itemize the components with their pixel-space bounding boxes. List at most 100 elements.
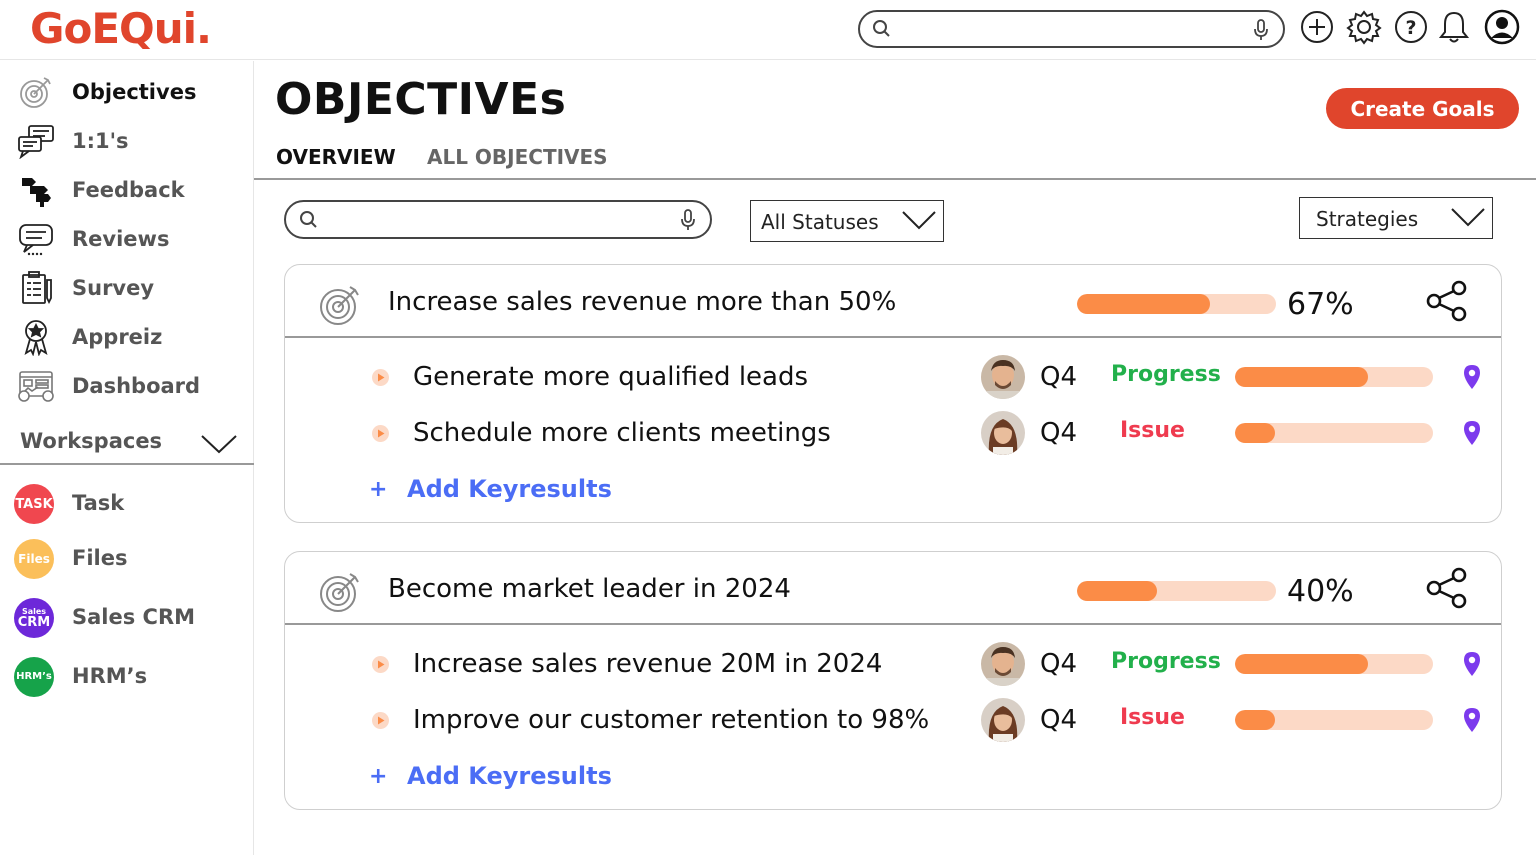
tab-all-objectives[interactable]: ALL OBJECTIVES (427, 145, 608, 169)
key-result-title[interactable]: Generate more qualified leads (413, 362, 808, 392)
sidebar-item-objectives[interactable]: Objectives (0, 69, 254, 115)
owner-avatar[interactable] (981, 698, 1025, 742)
share-icon[interactable] (1425, 566, 1469, 614)
objective-progress-percent: 67% (1287, 287, 1354, 322)
add-keyresults-button[interactable]: + Add Keyresults (369, 475, 612, 503)
workspace-label: Files (72, 546, 128, 570)
bell-icon[interactable] (1436, 9, 1472, 45)
key-result-row[interactable]: Generate more qualified leads Q4 Progress (285, 352, 1501, 402)
settings-icon[interactable] (1346, 9, 1382, 45)
bullet-play-icon (372, 656, 389, 673)
help-icon[interactable]: ? (1393, 9, 1429, 45)
sidebar-item-label: Reviews (72, 227, 170, 251)
global-search-input[interactable] (900, 16, 1240, 42)
crm-badge-main: CRM (17, 614, 51, 630)
microphone-icon[interactable] (680, 208, 696, 236)
owner-avatar[interactable] (981, 642, 1025, 686)
tab-overview[interactable]: OVERVIEW (276, 145, 396, 169)
add-keyresults-label: Add Keyresults (407, 475, 612, 503)
sidebar-item-appreiz[interactable]: Appreiz (0, 314, 254, 360)
key-result-row[interactable]: Schedule more clients meetings Q4 Issue (285, 408, 1501, 458)
dashboard-icon (16, 366, 56, 406)
workspace-label: HRM’s (72, 664, 148, 688)
sidebar: Objectives 1:1's Feedback Reviews Survey… (0, 61, 254, 855)
user-icon[interactable] (1484, 9, 1520, 45)
objective-title[interactable]: Increase sales revenue more than 50% (388, 287, 896, 317)
target-icon (317, 282, 363, 332)
location-pin-icon[interactable] (1463, 364, 1481, 394)
workspace-item-hrms[interactable]: HRM’s HRM’s (0, 652, 254, 702)
location-pin-icon[interactable] (1463, 651, 1481, 681)
objective-progress-bar (1077, 581, 1276, 601)
workspace-item-task[interactable]: TASK Task (0, 479, 254, 529)
add-icon[interactable] (1299, 9, 1335, 45)
location-pin-icon[interactable] (1463, 420, 1481, 450)
page-title: OBJECTIVEs (275, 74, 567, 125)
strategy-filter-select[interactable]: Strategies (1299, 197, 1493, 239)
chevron-down-icon (200, 433, 238, 459)
sidebar-item-feedback[interactable]: Feedback (0, 167, 254, 213)
sidebar-item-survey[interactable]: Survey (0, 265, 254, 311)
key-result-quarter: Q4 (1040, 362, 1078, 392)
workspace-label: Task (72, 491, 125, 515)
task-badge-icon: TASK (14, 484, 54, 524)
key-result-status[interactable]: Issue (1120, 418, 1185, 443)
objective-progress-bar (1077, 294, 1276, 314)
app-logo[interactable]: GoEQui. (30, 4, 212, 53)
strategy-filter-value: Strategies (1316, 207, 1419, 231)
key-result-progress-fill (1235, 367, 1368, 387)
workspaces-label: Workspaces (20, 429, 163, 453)
workspace-item-sales-crm[interactable]: Sales CRM Sales CRM (0, 593, 254, 643)
sidebar-item-label: Objectives (72, 80, 197, 104)
key-result-row[interactable]: Improve our customer retention to 98% Q4 I… (285, 695, 1501, 745)
objective-search-bar[interactable] (284, 200, 712, 239)
objective-title[interactable]: Become market leader in 2024 (388, 574, 791, 604)
objective-header[interactable]: Increase sales revenue more than 50% 67% (285, 265, 1501, 338)
owner-avatar[interactable] (981, 411, 1025, 455)
location-pin-icon[interactable] (1463, 707, 1481, 737)
sidebar-item-one-on-ones[interactable]: 1:1's (0, 118, 254, 164)
key-result-title[interactable]: Increase sales revenue 20M in 2024 (413, 649, 882, 679)
key-result-title[interactable]: Improve our customer retention to 98% (413, 705, 929, 735)
key-result-progress-bar (1235, 710, 1433, 730)
search-icon (872, 19, 892, 43)
objective-card: Increase sales revenue more than 50% 67% G… (284, 264, 1502, 523)
key-result-status[interactable]: Issue (1120, 705, 1185, 730)
add-keyresults-button[interactable]: + Add Keyresults (369, 762, 612, 790)
workspaces-toggle[interactable]: Workspaces (0, 423, 254, 465)
microphone-icon[interactable] (1253, 18, 1269, 46)
share-icon[interactable] (1425, 279, 1469, 327)
key-result-status[interactable]: Progress (1111, 649, 1221, 674)
key-result-title[interactable]: Schedule more clients meetings (413, 418, 831, 448)
key-result-quarter: Q4 (1040, 418, 1078, 448)
objective-progress-percent: 40% (1287, 574, 1354, 609)
feedback-icon (16, 170, 56, 210)
global-search-bar[interactable] (858, 10, 1285, 48)
sidebar-item-label: Dashboard (72, 374, 201, 398)
workspace-label: Sales CRM (72, 605, 196, 629)
key-result-status[interactable]: Progress (1111, 362, 1221, 387)
sidebar-item-label: 1:1's (72, 129, 129, 153)
key-result-row[interactable]: Increase sales revenue 20M in 2024 Q4 Prog… (285, 639, 1501, 689)
owner-avatar[interactable] (981, 355, 1025, 399)
sidebar-item-reviews[interactable]: Reviews (0, 216, 254, 262)
bullet-play-icon (372, 425, 389, 442)
reviews-icon (16, 219, 56, 259)
objective-progress-fill (1077, 294, 1211, 314)
sidebar-item-label: Survey (72, 276, 155, 300)
sales-crm-badge-icon: Sales CRM (14, 598, 54, 638)
key-result-progress-bar (1235, 423, 1433, 443)
workspace-item-files[interactable]: Files Files (0, 534, 254, 584)
award-icon (16, 317, 56, 357)
top-bar: GoEQui. ? (0, 0, 1536, 60)
sidebar-item-dashboard[interactable]: Dashboard (0, 363, 254, 409)
key-result-progress-fill (1235, 654, 1368, 674)
objective-search-input[interactable] (326, 207, 656, 233)
bullet-play-icon (372, 369, 389, 386)
objective-progress-fill (1077, 581, 1157, 601)
key-result-quarter: Q4 (1040, 649, 1078, 679)
create-goals-button[interactable]: Create Goals (1326, 88, 1519, 129)
chevron-down-icon (1450, 206, 1486, 232)
status-filter-select[interactable]: All Statuses (750, 200, 944, 242)
objective-header[interactable]: Become market leader in 2024 40% (285, 552, 1501, 625)
